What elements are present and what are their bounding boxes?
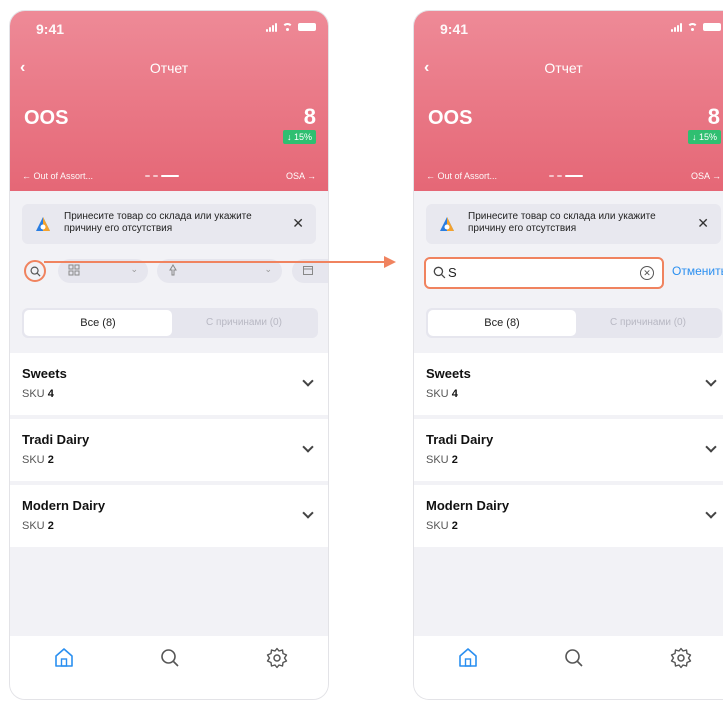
- category-name: Sweets: [426, 366, 471, 381]
- gear-icon[interactable]: [669, 646, 693, 670]
- gear-icon[interactable]: [265, 646, 289, 670]
- category-name: Tradi Dairy: [22, 432, 90, 447]
- pin-icon: [169, 264, 177, 276]
- category-row[interactable]: Modern Dairy SKU 2: [414, 485, 723, 547]
- search-icon: [30, 266, 41, 277]
- flow-arrow-line: [44, 261, 384, 263]
- close-icon[interactable]: ✕: [292, 215, 304, 232]
- category-sku: SKU 4: [22, 388, 54, 400]
- next-report-link[interactable]: OSA →: [691, 171, 721, 181]
- chevron-down-icon: [302, 441, 314, 453]
- hint-banner: Принесите товар со склада или укажите пр…: [426, 204, 721, 244]
- home-icon[interactable]: [52, 646, 76, 670]
- delta-badge: ↓ 15%: [687, 130, 721, 144]
- category-sku: SKU 2: [426, 454, 458, 466]
- search-button[interactable]: [24, 260, 46, 282]
- category-name: Modern Dairy: [426, 498, 510, 513]
- home-icon[interactable]: [456, 646, 480, 670]
- chevron-down-icon: [705, 375, 717, 387]
- tab-with-reasons[interactable]: С причинами (0): [576, 310, 720, 336]
- next-report-link[interactable]: OSA →: [286, 171, 316, 181]
- phone-screen-after: 9:41 ‹ Отчет OOS 8 ↓ 15% ← Out of Assort…: [413, 10, 723, 700]
- report-header: 9:41 ‹ Отчет OOS 8 ↓ 15% ← Out of Assort…: [10, 11, 328, 191]
- signal-icon: [671, 22, 682, 32]
- filter-row: ⌄ ⌄: [22, 259, 328, 287]
- metric-value: 8: [303, 104, 316, 129]
- category-row[interactable]: Modern Dairy SKU 2: [10, 485, 328, 547]
- logo-icon: [440, 217, 454, 231]
- tab-bar: [414, 636, 723, 699]
- search-icon[interactable]: [562, 646, 586, 670]
- hint-banner: Принесите товар со склада или укажите пр…: [22, 204, 316, 244]
- segment-control: Все (8) С причинами (0): [426, 308, 722, 338]
- metric-name: OOS: [428, 107, 473, 129]
- prev-report-link[interactable]: ← Out of Assort...: [426, 171, 497, 181]
- chevron-down-icon: [302, 507, 314, 519]
- status-icons: [266, 22, 316, 32]
- metric-value: 8: [707, 104, 720, 129]
- phone-screen-before: 9:41 ‹ Отчет OOS 8 ↓ 15% ← Out of Assort…: [9, 10, 329, 700]
- battery-icon: [298, 23, 316, 31]
- chevron-down-icon: [705, 441, 717, 453]
- grid-icon: [68, 264, 80, 276]
- category-row[interactable]: Sweets SKU 4: [414, 353, 723, 415]
- tab-all[interactable]: Все (8): [24, 310, 172, 336]
- category-sku: SKU 2: [22, 454, 54, 466]
- cancel-search-button[interactable]: Отменить: [672, 264, 723, 278]
- status-time: 9:41: [36, 21, 65, 37]
- close-icon[interactable]: ✕: [697, 215, 709, 232]
- delta-badge: ↓ 15%: [282, 130, 316, 144]
- wifi-icon: [687, 22, 698, 32]
- category-row[interactable]: Tradi Dairy SKU 2: [414, 419, 723, 481]
- search-icon: [433, 266, 446, 279]
- tab-all[interactable]: Все (8): [428, 310, 576, 336]
- page-indicator: [145, 175, 179, 177]
- category-sku: SKU 4: [426, 388, 458, 400]
- category-sku: SKU 2: [22, 520, 54, 532]
- calendar-icon: [303, 266, 313, 275]
- category-name: Tradi Dairy: [426, 432, 494, 447]
- segment-control: Все (8) С причинами (0): [22, 308, 318, 338]
- signal-icon: [266, 22, 277, 32]
- chevron-down-icon: ⌄: [264, 264, 272, 274]
- report-header: 9:41 ‹ Отчет OOS 8 ↓ 15% ← Out of Assort…: [414, 11, 723, 191]
- status-time: 9:41: [440, 21, 469, 37]
- category-name: Modern Dairy: [22, 498, 106, 513]
- category-sku: SKU 2: [426, 520, 458, 532]
- clear-icon[interactable]: ✕: [640, 266, 654, 280]
- chevron-down-icon: [705, 507, 717, 519]
- search-value: S: [448, 265, 457, 280]
- status-icons: [671, 22, 721, 32]
- tab-bar: [10, 636, 328, 699]
- banner-text: Принесите товар со склада или укажите пр…: [468, 211, 656, 234]
- search-input[interactable]: S ✕: [424, 257, 664, 289]
- page-indicator: [549, 175, 583, 177]
- chevron-down-icon: ⌄: [130, 264, 138, 274]
- logo-icon: [36, 217, 50, 231]
- banner-text: Принесите товар со склада или укажите пр…: [64, 211, 252, 234]
- category-row[interactable]: Tradi Dairy SKU 2: [10, 419, 328, 481]
- search-icon[interactable]: [158, 646, 182, 670]
- tab-with-reasons[interactable]: С причинами (0): [172, 310, 316, 336]
- chevron-down-icon: [302, 375, 314, 387]
- category-name: Sweets: [22, 366, 67, 381]
- page-title: Отчет: [149, 60, 189, 76]
- battery-icon: [703, 23, 721, 31]
- wifi-icon: [282, 22, 293, 32]
- page-title: Отчет: [544, 60, 583, 76]
- prev-report-link[interactable]: ← Out of Assort...: [22, 171, 93, 181]
- flow-arrow-head: [384, 256, 396, 268]
- metric-name: OOS: [24, 107, 69, 129]
- category-row[interactable]: Sweets SKU 4: [10, 353, 328, 415]
